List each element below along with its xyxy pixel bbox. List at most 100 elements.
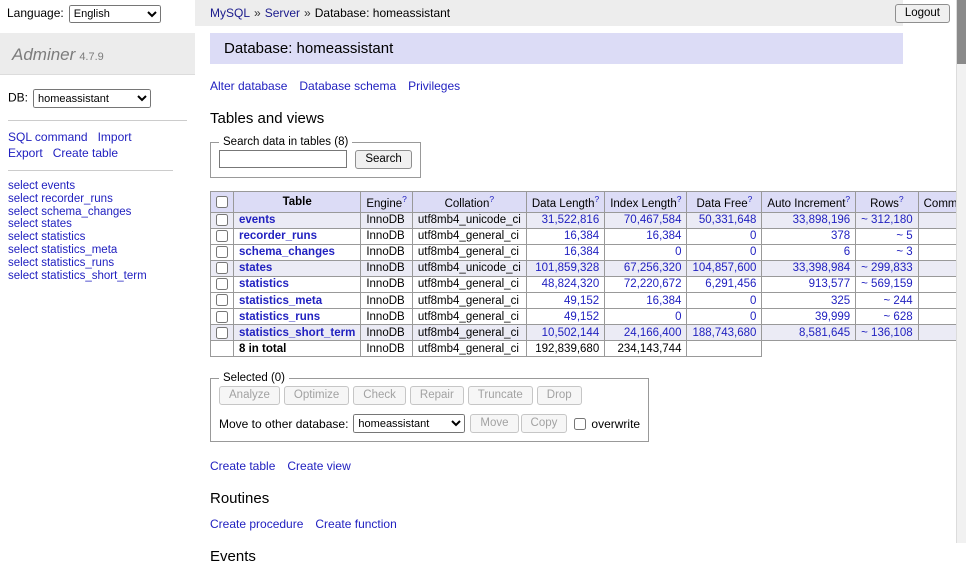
- rows-count-link[interactable]: ~ 628: [884, 311, 913, 323]
- rows-count-link[interactable]: ~ 299,833: [861, 262, 912, 274]
- sidebar-select-statistics-short-term[interactable]: select statistics_short_term: [8, 270, 187, 283]
- help-link[interactable]: ?: [845, 194, 850, 204]
- auto-increment-link[interactable]: 39,999: [815, 311, 850, 323]
- move-database-select[interactable]: homeassistant: [353, 414, 465, 433]
- copy-button[interactable]: Copy: [521, 414, 568, 433]
- row-checkbox[interactable]: [216, 262, 228, 274]
- rows-count-link[interactable]: ~ 569,159: [861, 278, 912, 290]
- table-name-link[interactable]: recorder_runs: [239, 230, 317, 242]
- index-length-link[interactable]: 72,220,672: [624, 278, 682, 290]
- rows-count-link[interactable]: ~ 3: [896, 246, 912, 258]
- auto-increment-link[interactable]: 325: [831, 295, 850, 307]
- breadcrumb-server-link[interactable]: Server: [265, 6, 300, 20]
- create-view-link[interactable]: Create view: [287, 459, 350, 473]
- data-length-link[interactable]: 31,522,816: [542, 214, 600, 226]
- row-checkbox[interactable]: [216, 246, 228, 258]
- privileges-link[interactable]: Privileges: [408, 79, 460, 93]
- move-button[interactable]: Move: [470, 414, 518, 433]
- auto-increment-link[interactable]: 8,581,645: [799, 327, 850, 339]
- search-button[interactable]: Search: [355, 150, 411, 169]
- row-checkbox[interactable]: [216, 230, 228, 242]
- alter-database-link[interactable]: Alter database: [210, 79, 287, 93]
- table-name-link[interactable]: schema_changes: [239, 246, 335, 258]
- index-length-link[interactable]: 16,384: [646, 295, 681, 307]
- help-link[interactable]: ?: [899, 194, 904, 204]
- sidebar-link-create-table[interactable]: Create table: [53, 145, 118, 161]
- row-checkbox[interactable]: [216, 311, 228, 323]
- rows-count-link[interactable]: ~ 5: [896, 230, 912, 242]
- sidebar-select-statistics[interactable]: select statistics: [8, 231, 187, 244]
- optimize-button[interactable]: Optimize: [284, 386, 349, 405]
- row-checkbox[interactable]: [216, 214, 228, 226]
- table-name-link[interactable]: statistics: [239, 278, 289, 290]
- index-length-link[interactable]: 67,256,320: [624, 262, 682, 274]
- data-free-link[interactable]: 0: [750, 311, 756, 323]
- row-checkbox[interactable]: [216, 327, 228, 339]
- sidebar-select-recorder-runs[interactable]: select recorder_runs: [8, 193, 187, 206]
- row-checkbox[interactable]: [216, 294, 228, 306]
- help-link[interactable]: ?: [677, 194, 682, 204]
- table-name-link[interactable]: events: [239, 214, 275, 226]
- auto-increment-link[interactable]: 913,577: [809, 278, 851, 290]
- help-link[interactable]: ?: [594, 194, 599, 204]
- sidebar-select-states[interactable]: select states: [8, 218, 187, 231]
- create-function-link[interactable]: Create function: [315, 517, 396, 531]
- data-free-link[interactable]: 188,743,680: [692, 327, 756, 339]
- data-length-link[interactable]: 16,384: [564, 230, 599, 242]
- search-input[interactable]: [219, 150, 347, 168]
- index-length-link[interactable]: 0: [675, 246, 681, 258]
- create-procedure-link[interactable]: Create procedure: [210, 517, 303, 531]
- table-name-link[interactable]: statistics_meta: [239, 295, 322, 307]
- data-free-link[interactable]: 6,291,456: [705, 278, 756, 290]
- repair-button[interactable]: Repair: [410, 386, 464, 405]
- auto-increment-link[interactable]: 33,398,984: [793, 262, 851, 274]
- rows-count-link[interactable]: ~ 244: [884, 295, 913, 307]
- scrollbar-thumb[interactable]: [957, 0, 966, 64]
- data-free-link[interactable]: 50,331,648: [699, 214, 757, 226]
- data-free-link[interactable]: 0: [750, 230, 756, 242]
- drop-button[interactable]: Drop: [537, 386, 582, 405]
- index-length-link[interactable]: 24,166,400: [624, 327, 682, 339]
- vertical-scrollbar[interactable]: [956, 0, 966, 543]
- language-select[interactable]: English: [69, 5, 161, 23]
- sidebar-link-import[interactable]: Import: [98, 129, 132, 145]
- database-schema-link[interactable]: Database schema: [299, 79, 396, 93]
- table-name-link[interactable]: states: [239, 262, 272, 274]
- check-button[interactable]: Check: [353, 386, 406, 405]
- index-length-link[interactable]: 70,467,584: [624, 214, 682, 226]
- data-length-link[interactable]: 49,152: [564, 311, 599, 323]
- help-link[interactable]: ?: [402, 194, 407, 204]
- breadcrumb-mysql-link[interactable]: MySQL: [210, 6, 250, 20]
- data-length-link[interactable]: 101,859,328: [535, 262, 599, 274]
- sidebar-select-schema-changes[interactable]: select schema_changes: [8, 206, 187, 219]
- sidebar-select-statistics-runs[interactable]: select statistics_runs: [8, 257, 187, 270]
- create-table-link[interactable]: Create table: [210, 459, 275, 473]
- table-name-link[interactable]: statistics_short_term: [239, 327, 355, 339]
- logout-button[interactable]: Logout: [895, 4, 950, 23]
- data-length-link[interactable]: 10,502,144: [542, 327, 600, 339]
- sidebar-link-export[interactable]: Export: [8, 145, 43, 161]
- sidebar-link-sql-command[interactable]: SQL command: [8, 129, 88, 145]
- data-free-link[interactable]: 0: [750, 246, 756, 258]
- help-link[interactable]: ?: [489, 194, 494, 204]
- rows-count-link[interactable]: ~ 136,108: [861, 327, 912, 339]
- index-length-link[interactable]: 0: [675, 311, 681, 323]
- analyze-button[interactable]: Analyze: [219, 386, 280, 405]
- data-length-link[interactable]: 49,152: [564, 295, 599, 307]
- rows-count-link[interactable]: ~ 312,180: [861, 214, 912, 226]
- auto-increment-link[interactable]: 33,898,196: [793, 214, 851, 226]
- data-length-link[interactable]: 16,384: [564, 246, 599, 258]
- overwrite-checkbox[interactable]: [574, 418, 586, 430]
- sidebar-select-events[interactable]: select events: [8, 180, 187, 193]
- index-length-link[interactable]: 16,384: [646, 230, 681, 242]
- auto-increment-link[interactable]: 6: [844, 246, 850, 258]
- data-length-link[interactable]: 48,824,320: [542, 278, 600, 290]
- row-checkbox[interactable]: [216, 278, 228, 290]
- data-free-link[interactable]: 0: [750, 295, 756, 307]
- select-all-checkbox[interactable]: [216, 196, 228, 208]
- data-free-link[interactable]: 104,857,600: [692, 262, 756, 274]
- db-select[interactable]: homeassistant: [33, 89, 151, 108]
- auto-increment-link[interactable]: 378: [831, 230, 850, 242]
- truncate-button[interactable]: Truncate: [468, 386, 533, 405]
- table-name-link[interactable]: statistics_runs: [239, 311, 320, 323]
